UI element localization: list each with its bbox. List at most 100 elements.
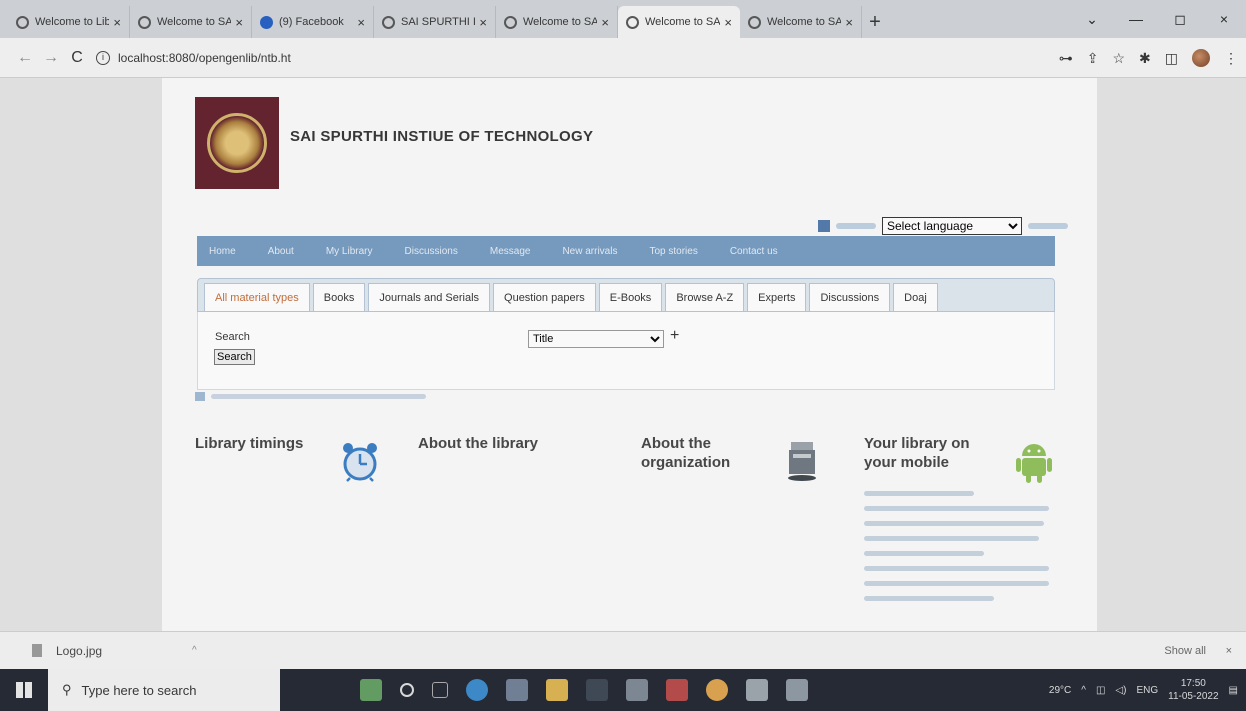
clock[interactable]: 17:50 11-05-2022 — [1168, 677, 1218, 703]
file-explorer-icon[interactable] — [546, 679, 568, 701]
download-file-name[interactable]: Logo.jpg — [56, 644, 102, 658]
browser-menu-icon[interactable]: ⋮ — [1224, 50, 1238, 67]
language-selector: Select language — [818, 217, 1068, 235]
about-library-heading[interactable]: About the library — [418, 434, 538, 453]
library-page: SAI SPURTHI INSTIUE OF TECHNOLOGY Select… — [162, 78, 1097, 631]
material-tab[interactable]: Browse A-Z — [665, 283, 745, 311]
nav-link[interactable]: New arrivals — [562, 246, 617, 257]
browser-tab[interactable]: SAI SPURTHI I × — [374, 6, 496, 38]
globe-icon — [504, 15, 517, 29]
material-tab[interactable]: Discussions — [809, 283, 891, 311]
main-navigation: Home About My Library Discussions Message New… — [197, 236, 1055, 266]
mail-icon[interactable] — [586, 679, 608, 701]
translate-link[interactable] — [1028, 223, 1068, 229]
browser-tab-strip: Welcome to Lib × Welcome to SAI × (9) Facebo… — [0, 0, 1246, 38]
photos-icon[interactable] — [626, 679, 648, 701]
site-info-icon[interactable]: i — [96, 50, 110, 65]
profile-avatar-icon[interactable] — [1192, 49, 1210, 67]
about-organization-heading[interactable]: About the organization — [641, 434, 730, 472]
close-tab-icon[interactable]: × — [724, 15, 732, 30]
globe-icon — [382, 15, 395, 29]
close-window-button[interactable]: × — [1202, 11, 1246, 27]
globe-icon — [16, 15, 29, 29]
task-view-icon[interactable] — [432, 682, 448, 698]
language-select[interactable]: Select language — [882, 217, 1022, 235]
nav-link[interactable]: About — [268, 246, 294, 257]
system-tray: 29°C ^ ◫ ◁) ENG 17:50 11-05-2022 ▤ — [1049, 669, 1238, 711]
taskbar-search-box[interactable]: ⚲ Type here to search — [48, 669, 280, 711]
address-bar: ← → C i localhost:8080/opengenlib/ntb.ht… — [0, 38, 1246, 78]
mobile-info-text — [864, 491, 1054, 611]
maximize-button[interactable]: ◻ — [1158, 11, 1202, 28]
translate-icon — [818, 220, 830, 232]
browser-tab[interactable]: Welcome to SAI × — [496, 6, 618, 38]
weather-temperature[interactable]: 29°C — [1049, 685, 1071, 696]
close-tab-icon[interactable]: × — [113, 15, 121, 30]
network-icon[interactable]: ◫ — [1096, 685, 1105, 696]
side-panel-icon[interactable]: ◫ — [1165, 50, 1178, 67]
minimize-button[interactable]: — — [1114, 11, 1158, 27]
browser-tab[interactable]: Welcome to SAI × — [130, 6, 252, 38]
key-icon[interactable]: ⊶ — [1059, 50, 1073, 67]
show-all-downloads-link[interactable]: Show all — [1164, 645, 1206, 657]
material-tab[interactable]: All material types — [204, 283, 310, 311]
tab-label: Welcome to SAI — [767, 16, 842, 28]
media-app-icon[interactable] — [666, 679, 688, 701]
nav-link[interactable]: My Library — [326, 246, 373, 257]
store-icon[interactable] — [506, 679, 528, 701]
bookmark-star-icon[interactable]: ☆ — [1112, 50, 1125, 67]
add-search-row-button[interactable]: + — [670, 327, 679, 345]
material-tab[interactable]: Journals and Serials — [368, 283, 491, 311]
material-tab[interactable]: Doaj — [893, 283, 938, 311]
back-button[interactable]: ← — [12, 49, 38, 67]
nav-link[interactable]: Message — [490, 246, 531, 257]
url-field[interactable]: i localhost:8080/opengenlib/ntb.ht — [96, 45, 876, 71]
close-tab-icon[interactable]: × — [357, 15, 365, 30]
close-tab-icon[interactable]: × — [845, 15, 853, 30]
app-icon-2[interactable] — [786, 679, 808, 701]
app-icon[interactable] — [746, 679, 768, 701]
download-options-chevron[interactable]: ^ — [192, 645, 197, 656]
nav-link[interactable]: Home — [209, 246, 236, 257]
reload-button[interactable]: C — [64, 49, 90, 67]
search-field-select[interactable]: Title — [528, 330, 664, 348]
institute-logo — [195, 97, 279, 189]
mobile-library-heading[interactable]: Your library on your mobile — [864, 434, 970, 472]
material-tab[interactable]: E-Books — [598, 283, 663, 311]
powered-by-text — [836, 223, 876, 229]
close-tab-icon[interactable]: × — [601, 15, 609, 30]
browser-tab[interactable]: (9) Facebook × — [252, 6, 374, 38]
start-button[interactable] — [0, 669, 48, 711]
browser-tab[interactable]: Welcome to SAI × — [740, 6, 862, 38]
close-tab-icon[interactable]: × — [235, 15, 243, 30]
advanced-search-link[interactable] — [195, 392, 426, 401]
language-indicator[interactable]: ENG — [1136, 685, 1158, 696]
edge-browser-icon[interactable] — [466, 679, 488, 701]
material-tab[interactable]: Books — [312, 283, 366, 311]
forward-button[interactable]: → — [38, 49, 64, 67]
volume-icon[interactable]: ◁) — [1115, 685, 1126, 696]
tab-search-button[interactable]: ⌄ — [1070, 11, 1114, 28]
library-timings-heading[interactable]: Library timings — [195, 434, 303, 453]
nav-link[interactable]: Discussions — [405, 246, 458, 257]
file-icon — [32, 644, 42, 657]
nav-link[interactable]: Top stories — [649, 246, 697, 257]
tray-chevron-icon[interactable]: ^ — [1081, 685, 1086, 696]
share-icon[interactable]: ⇪ — [1087, 50, 1099, 67]
close-download-bar-button[interactable]: × — [1226, 645, 1232, 657]
search-tips-icon — [195, 392, 205, 401]
nav-link[interactable]: Contact us — [730, 246, 778, 257]
close-tab-icon[interactable]: × — [479, 15, 487, 30]
tab-label: Welcome to SAI — [523, 16, 598, 28]
material-tab[interactable]: Experts — [747, 283, 807, 311]
extensions-icon[interactable]: ✱ — [1139, 50, 1151, 67]
search-button[interactable]: Search — [214, 349, 255, 365]
material-tab[interactable]: Question papers — [493, 283, 596, 311]
browser-tab[interactable]: Welcome to Lib × — [8, 6, 130, 38]
cortana-icon[interactable] — [400, 683, 414, 697]
weather-widget-icon[interactable] — [360, 679, 382, 701]
chrome-icon[interactable] — [706, 679, 728, 701]
browser-tab[interactable]: Welcome to SAI × — [618, 6, 740, 38]
new-tab-button[interactable]: + — [862, 6, 888, 38]
notification-icon[interactable]: ▤ — [1229, 685, 1238, 696]
